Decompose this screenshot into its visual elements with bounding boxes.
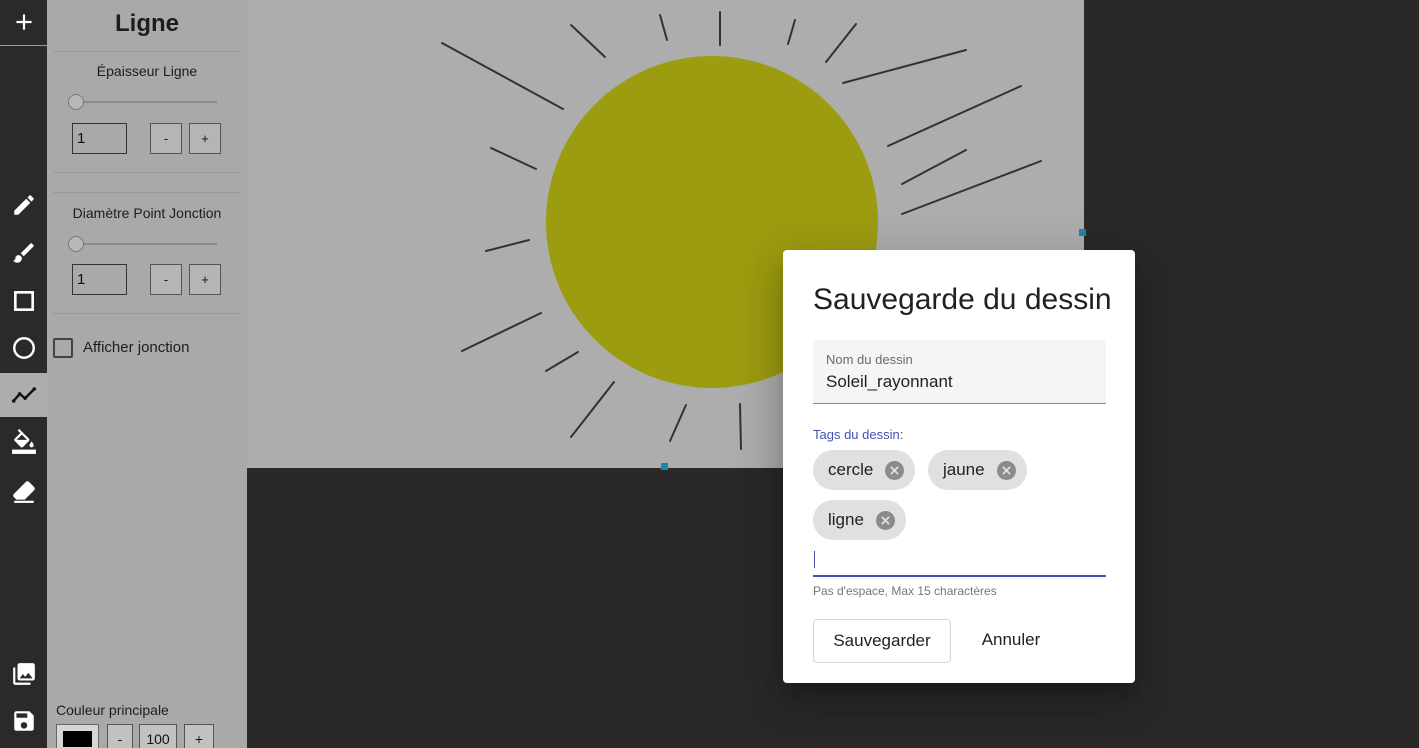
tag-chip-label: ligne (828, 510, 864, 529)
pencil-icon (13, 195, 34, 215)
junction-diameter-label: Diamètre Point Jonction (72, 205, 222, 221)
panel-divider (53, 51, 240, 52)
show-junction-label: Afficher jonction (83, 339, 190, 356)
rectangle-tool-button[interactable] (0, 279, 47, 323)
gallery-icon (12, 663, 35, 685)
plus-icon (15, 14, 32, 30)
remove-tag-icon[interactable] (875, 510, 895, 530)
save-button[interactable] (0, 699, 47, 743)
new-tag-input[interactable] (813, 547, 1106, 577)
gallery-button[interactable] (0, 652, 47, 696)
ellipse-tool-button[interactable] (0, 326, 47, 370)
polyline-icon (11, 387, 36, 403)
tag-hint: Pas d'espace, Max 15 charactères (813, 584, 997, 598)
brush-icon (12, 243, 34, 263)
tool-sidebar (0, 0, 47, 748)
thickness-decrease-button[interactable]: - (150, 123, 182, 154)
save-drawing-button[interactable]: Sauvegarder (813, 619, 951, 663)
thickness-slider-thumb[interactable] (68, 94, 84, 110)
circle-icon (12, 337, 35, 359)
primary-color-swatch[interactable] (56, 724, 99, 748)
thickness-label: Épaisseur Ligne (96, 63, 198, 79)
junction-diameter-decrease-button[interactable]: - (150, 264, 182, 295)
junction-diameter-increase-button[interactable]: + (189, 264, 221, 295)
thickness-increase-button[interactable]: + (189, 123, 221, 154)
canvas-resize-handle-right[interactable] (1079, 229, 1086, 236)
eraser-tool-button[interactable] (0, 469, 47, 513)
show-junction-checkbox[interactable] (53, 338, 73, 358)
save-dialog: Sauvegarde du dessin Nom du dessin Solei… (783, 250, 1135, 683)
remove-tag-icon[interactable] (885, 460, 905, 480)
junction-diameter-slider-thumb[interactable] (68, 236, 84, 252)
panel-divider (53, 172, 240, 173)
eraser-icon (12, 481, 35, 503)
tool-options-panel: Ligne Épaisseur Ligne 1 - + Diamètre Poi… (47, 0, 247, 748)
thickness-slider[interactable] (75, 101, 217, 103)
junction-diameter-slider[interactable] (75, 243, 217, 245)
opacity-decrease-button[interactable]: - (107, 724, 133, 748)
dialog-title: Sauvegarde du dessin (813, 283, 1112, 316)
pencil-tool-button[interactable] (0, 183, 47, 227)
opacity-increase-button[interactable]: + (184, 724, 214, 748)
thickness-input[interactable]: 1 (72, 123, 127, 154)
drawing-name-input[interactable]: Soleil_rayonnant (826, 372, 953, 392)
primary-color-fill (63, 731, 92, 747)
tag-chip[interactable]: ligne (813, 500, 906, 540)
tag-chip-label: cercle (828, 460, 874, 479)
fill-tool-button[interactable] (0, 420, 47, 464)
square-icon (13, 291, 34, 311)
tag-chip[interactable]: cercle (813, 450, 916, 490)
text-caret (814, 551, 815, 568)
paint-bucket-icon (11, 429, 36, 454)
tag-chip-label: jaune (943, 460, 985, 479)
drawing-name-label: Nom du dessin (826, 352, 913, 367)
line-tool-button[interactable] (0, 373, 47, 417)
canvas-resize-handle-bottom[interactable] (661, 463, 668, 470)
drawing-name-field[interactable]: Nom du dessin Soleil_rayonnant (813, 340, 1106, 404)
primary-color-label: Couleur principale (56, 702, 169, 718)
tag-chip[interactable]: jaune (928, 450, 1027, 490)
toolbar-divider (0, 45, 47, 46)
save-icon (13, 711, 34, 731)
opacity-input[interactable]: 100 (139, 724, 177, 748)
cancel-button[interactable]: Annuler (967, 619, 1055, 663)
panel-divider (53, 192, 240, 193)
panel-title: Ligne (115, 10, 179, 37)
junction-diameter-input[interactable]: 1 (72, 264, 127, 295)
sun-ray (739, 403, 742, 450)
brush-tool-button[interactable] (0, 231, 47, 275)
panel-divider (53, 313, 240, 314)
remove-tag-icon[interactable] (996, 460, 1016, 480)
tags-label: Tags du dessin: (813, 427, 904, 442)
new-drawing-button[interactable] (0, 0, 47, 44)
